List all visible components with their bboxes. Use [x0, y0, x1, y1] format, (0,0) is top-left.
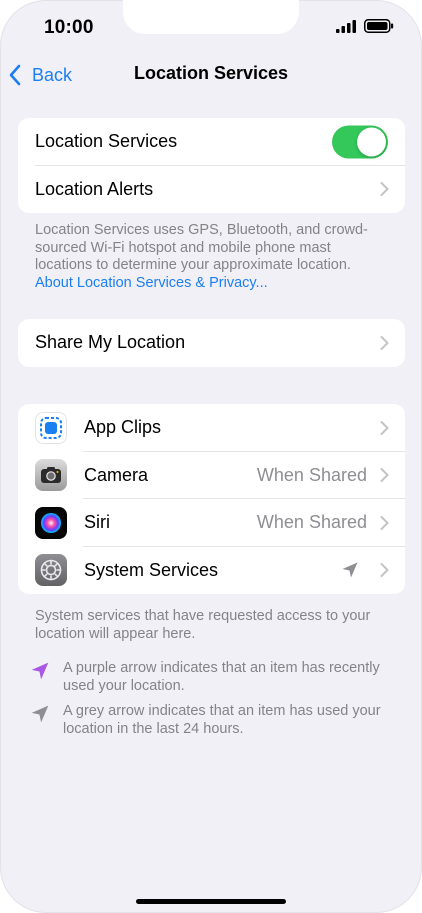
camera-icon — [35, 459, 67, 492]
app-permission-value: When Shared — [256, 512, 367, 533]
chevron-right-icon — [380, 515, 389, 530]
status-time: 10:00 — [44, 17, 94, 38]
app-name: App Clips — [84, 417, 162, 438]
app-name: Siri — [84, 512, 110, 533]
status-icons — [336, 19, 394, 33]
location-arrow-grey-icon — [31, 705, 49, 723]
grey-arrow-legend-text: A grey arrow indicates that an item has … — [63, 703, 381, 737]
notch — [123, 0, 299, 34]
location-settings-group: Location Services Location Alerts — [18, 118, 405, 213]
chevron-right-icon — [380, 420, 389, 435]
app-row-system-services[interactable]: System Services — [18, 547, 405, 595]
app-row-siri[interactable]: Siri When Shared — [18, 499, 405, 547]
battery-icon — [364, 19, 394, 33]
location-services-toggle[interactable] — [332, 125, 388, 159]
grey-arrow-legend: A grey arrow indicates that an item has … — [30, 702, 400, 738]
app-clips-icon — [35, 411, 67, 444]
about-location-privacy-link[interactable]: About Location Services & Privacy... — [35, 275, 268, 291]
phone-screen: 10:00 Back Location Services Location Se… — [0, 0, 422, 913]
description-text: Location Services uses GPS, Bluetooth, a… — [35, 222, 368, 273]
app-row-camera[interactable]: Camera When Shared — [18, 452, 405, 500]
app-permission-value: When Shared — [256, 464, 367, 485]
gear-icon — [35, 554, 67, 587]
location-services-description: Location Services uses GPS, Bluetooth, a… — [35, 222, 385, 292]
location-alerts-row[interactable]: Location Alerts — [18, 166, 405, 214]
toggle-knob — [357, 127, 386, 157]
apps-group: App Clips Camera When Shared Siri When S… — [18, 404, 405, 594]
share-my-location-row[interactable]: Share My Location — [18, 319, 405, 367]
system-services-note: System services that have requested acce… — [35, 608, 371, 642]
share-location-group: Share My Location — [18, 319, 405, 367]
page-title: Location Services — [133, 63, 289, 83]
purple-arrow-legend: A purple arrow indicates that an item ha… — [30, 659, 400, 695]
chevron-right-icon — [380, 563, 389, 578]
location-arrow-purple-icon — [31, 662, 49, 680]
purple-arrow-legend-text: A purple arrow indicates that an item ha… — [63, 660, 380, 694]
location-services-row: Location Services — [18, 118, 405, 166]
chevron-right-icon — [380, 468, 389, 483]
siri-icon — [35, 506, 67, 539]
cellular-signal-icon — [336, 19, 356, 33]
app-row-app-clips[interactable]: App Clips — [18, 404, 405, 452]
chevron-right-icon — [380, 182, 389, 197]
location-arrow-grey-icon — [342, 562, 358, 578]
location-alerts-label: Location Alerts — [35, 178, 154, 199]
chevron-right-icon — [380, 335, 389, 350]
home-indicator[interactable] — [136, 899, 286, 904]
share-my-location-label: Share My Location — [35, 332, 186, 353]
app-name: Camera — [84, 464, 149, 485]
